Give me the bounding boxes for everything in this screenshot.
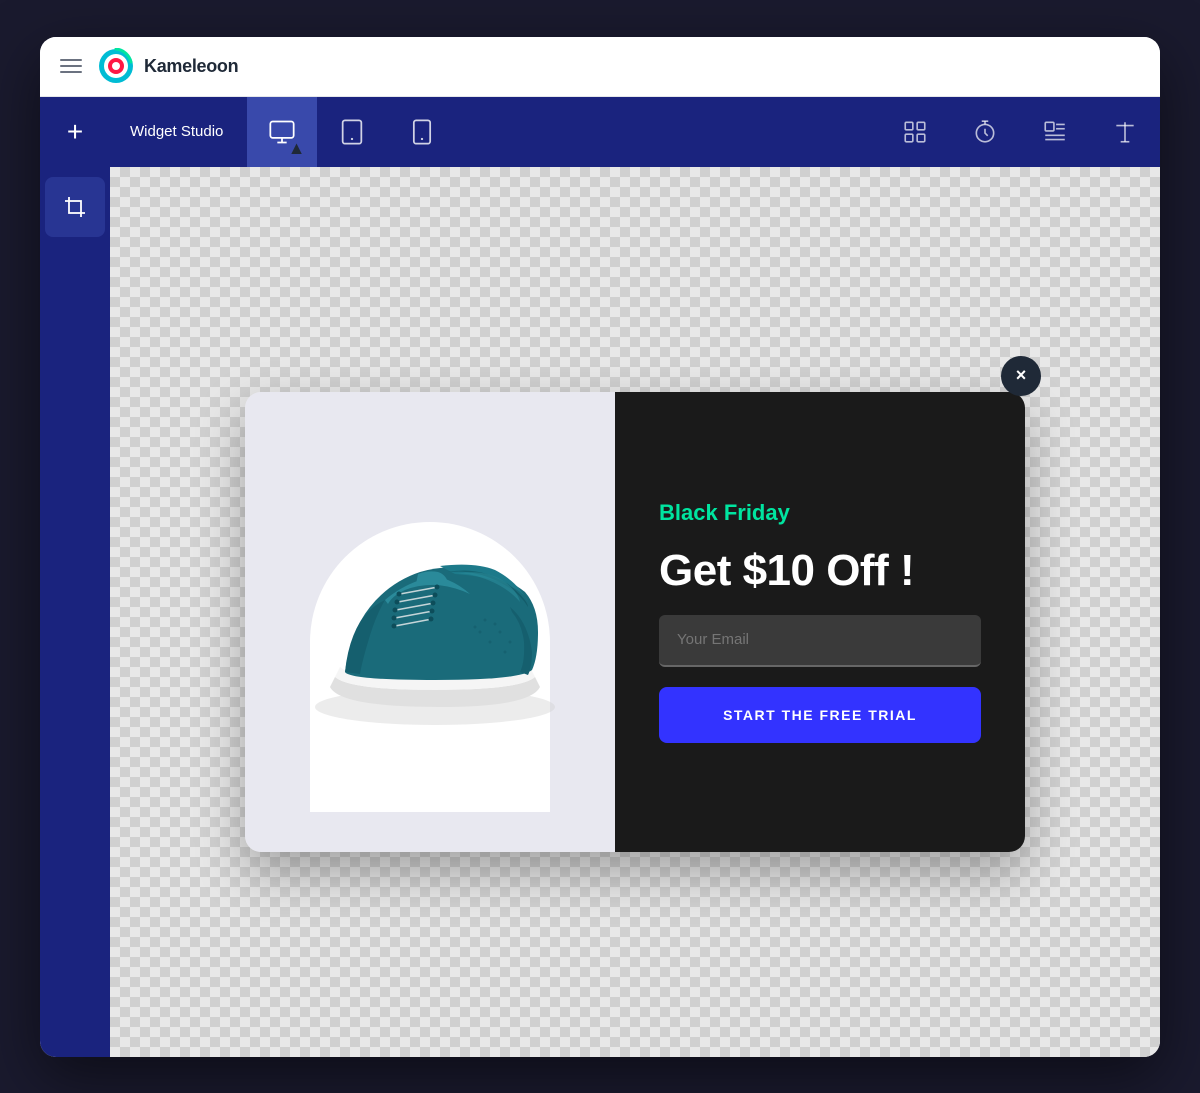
font-icon xyxy=(1112,119,1138,145)
mobile-device-btn[interactable] xyxy=(387,97,457,167)
browser-window: Kameleoon + Widget Studio ▲ xyxy=(40,37,1160,1057)
grid-icon-btn[interactable] xyxy=(880,97,950,167)
timer-icon xyxy=(972,119,998,145)
close-button[interactable]: × xyxy=(1001,356,1041,396)
hamburger-icon[interactable] xyxy=(60,59,82,73)
top-bar: Kameleoon xyxy=(40,37,1160,97)
discount-headline: Get $10 Off ! xyxy=(659,547,981,595)
monitor-icon xyxy=(268,118,296,146)
left-sidebar xyxy=(40,167,110,1057)
popup-left-panel xyxy=(245,392,615,852)
shoe-image xyxy=(280,502,580,742)
smartphone-icon xyxy=(408,118,436,146)
grid-icon xyxy=(902,119,928,145)
popup-right-panel: Black Friday Get $10 Off ! START THE FRE… xyxy=(615,392,1025,852)
image-text-icon xyxy=(1042,119,1068,145)
add-button[interactable]: + xyxy=(40,97,110,167)
desktop-device-btn[interactable]: ▲ xyxy=(247,97,317,167)
timer-icon-btn[interactable] xyxy=(950,97,1020,167)
popup-widget: Black Friday Get $10 Off ! START THE FRE… xyxy=(245,392,1025,852)
toolbar-right-icons xyxy=(880,97,1160,167)
logo-icon xyxy=(98,48,134,84)
toolbar: + Widget Studio ▲ xyxy=(40,97,1160,167)
plus-icon: + xyxy=(67,118,83,146)
font-icon-btn[interactable] xyxy=(1090,97,1160,167)
canvas-area: Black Friday Get $10 Off ! START THE FRE… xyxy=(110,167,1160,1057)
popup-wrapper: Black Friday Get $10 Off ! START THE FRE… xyxy=(245,372,1025,852)
main-area: Black Friday Get $10 Off ! START THE FRE… xyxy=(40,167,1160,1057)
black-friday-label: Black Friday xyxy=(659,500,981,526)
cta-button[interactable]: START THE FREE TRIAL xyxy=(659,687,981,743)
image-text-icon-btn[interactable] xyxy=(1020,97,1090,167)
device-selector: ▲ xyxy=(247,97,457,167)
tablet-icon xyxy=(338,118,366,146)
tablet-device-btn[interactable] xyxy=(317,97,387,167)
widget-studio-label: Widget Studio xyxy=(110,123,243,140)
app-title: Kameleoon xyxy=(144,56,238,77)
logo-area: Kameleoon xyxy=(98,48,238,84)
crop-tool-btn[interactable] xyxy=(45,177,105,237)
email-input[interactable] xyxy=(659,615,981,667)
crop-icon xyxy=(63,195,87,219)
